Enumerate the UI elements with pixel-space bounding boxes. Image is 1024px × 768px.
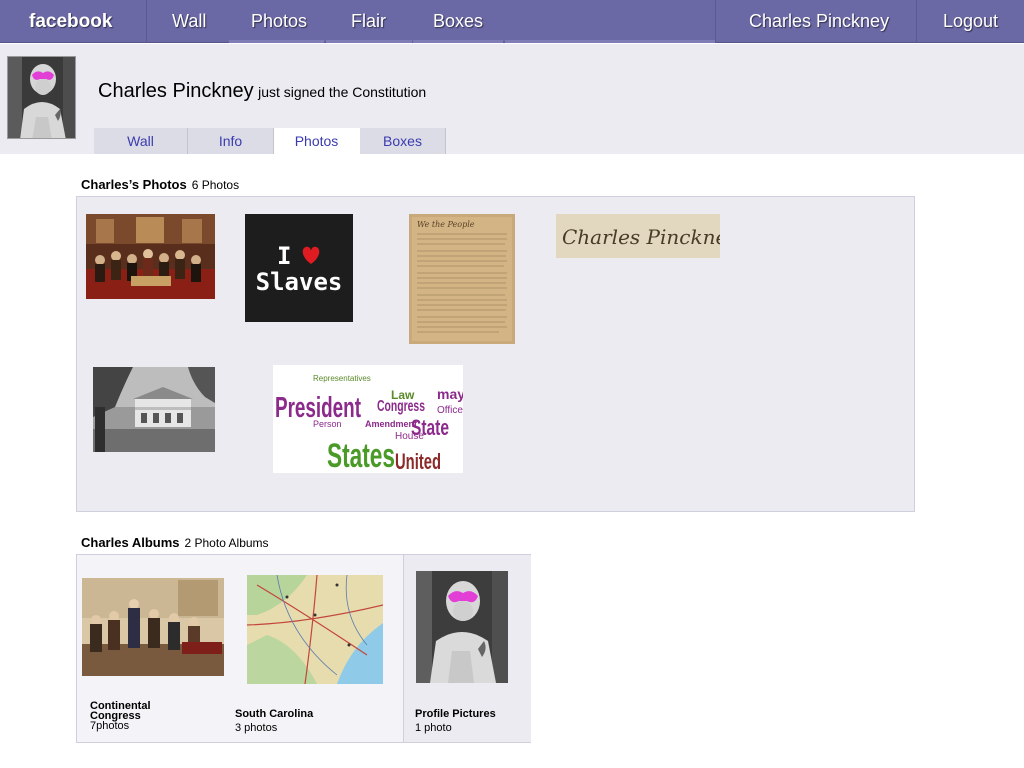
album-map-art — [247, 575, 383, 684]
photo-word-cloud[interactable]: Representatives Law President Congress m… — [273, 365, 463, 473]
profile-name[interactable]: Charles Pinckney — [98, 80, 254, 102]
nav-user-name[interactable]: Charles Pinckney — [749, 0, 889, 43]
nav-separator — [916, 0, 917, 43]
profile-title: Charles Pinckney just signed the Constit… — [98, 80, 426, 103]
logout-link[interactable]: Logout — [943, 0, 998, 43]
photo-signing-painting[interactable] — [86, 214, 215, 299]
nav-separator — [146, 0, 147, 43]
photo-i-heart-slaves[interactable]: I Slaves — [245, 214, 353, 322]
photo-constitution[interactable]: We the People — [409, 214, 515, 344]
photos-count: 6 Photos — [191, 178, 240, 192]
nav-boxes[interactable]: Boxes — [433, 0, 483, 43]
album-name-south-carolina[interactable]: South Carolina — [235, 709, 313, 720]
nav-separator — [715, 0, 716, 43]
tab-photos[interactable]: Photos — [274, 128, 360, 154]
photo-house-art — [93, 367, 215, 452]
photos-section-title: Charles’s Photos 6 Photos — [81, 176, 239, 194]
svg-text:may: may — [437, 386, 463, 402]
nav-wall[interactable]: Wall — [172, 0, 206, 43]
svg-text:We the People: We the People — [417, 220, 475, 229]
tab-info[interactable]: Info — [188, 128, 274, 154]
photo-wordcloud-art: Representatives Law President Congress m… — [273, 365, 463, 473]
svg-text:Congress: Congress — [377, 398, 425, 415]
album-name-continental-congress[interactable]: Continental Congress — [90, 701, 158, 722]
top-bar: facebook Wall Photos Flair Boxes Charles… — [0, 0, 1024, 43]
album-count-profile-pictures: 1 photo — [415, 722, 452, 734]
albums-section-title: Charles Albums 2 Photo Albums — [81, 534, 269, 552]
avatar-portrait — [8, 57, 75, 138]
albums-grid: Continental Congress 7photos South Carol… — [76, 554, 531, 743]
photo-text-slaves: Slaves — [256, 268, 343, 296]
photo-text-i: I — [277, 242, 291, 270]
photo-plantation-house[interactable] — [93, 367, 215, 452]
album-congress-art — [82, 578, 224, 676]
albums-count: 2 Photo Albums — [184, 536, 269, 550]
album-count-south-carolina: 3 photos — [235, 722, 278, 734]
svg-text:States: States — [327, 437, 395, 473]
svg-text:Representatives: Representatives — [313, 374, 371, 383]
nav-photos[interactable]: Photos — [251, 0, 307, 43]
album-name-profile-pictures[interactable]: Profile Pictures — [415, 709, 496, 720]
album-cover-continental-congress[interactable] — [82, 578, 224, 676]
profile-status: just signed the Constitution — [258, 84, 427, 100]
albums-title: Charles Albums — [81, 535, 180, 550]
profile-avatar[interactable] — [7, 56, 76, 139]
photos-title: Charles’s Photos — [81, 177, 187, 192]
facebook-logo[interactable]: facebook — [29, 0, 112, 43]
album-count-continental-congress: 7photos — [90, 720, 130, 732]
tab-wall[interactable]: Wall — [94, 128, 188, 154]
photos-grid: I Slaves We the People Charles Pinckn Re… — [76, 196, 915, 512]
svg-text:Amendment: Amendment — [365, 419, 417, 429]
nav-flair[interactable]: Flair — [351, 0, 386, 43]
album-cover-south-carolina[interactable] — [247, 575, 383, 684]
photo-signature[interactable]: Charles Pinckney — [556, 214, 720, 258]
photo-i-heart-art: I Slaves — [245, 214, 353, 322]
svg-text:House: House — [395, 431, 424, 442]
photo-signature-art: Charles Pinckney — [556, 214, 720, 258]
profile-header: Charles Pinckney just signed the Constit… — [0, 44, 1024, 154]
photo-constitution-art: We the People — [409, 214, 515, 344]
album-profile-art — [416, 571, 508, 683]
tab-boxes[interactable]: Boxes — [360, 128, 446, 154]
signature-text: Charles Pinckney — [562, 225, 720, 249]
svg-text:Person: Person — [313, 419, 342, 429]
nav-underline — [505, 40, 715, 43]
photo-signing-art — [86, 214, 215, 299]
svg-text:United: United — [395, 449, 441, 473]
album-cover-profile-pictures[interactable] — [416, 571, 508, 683]
